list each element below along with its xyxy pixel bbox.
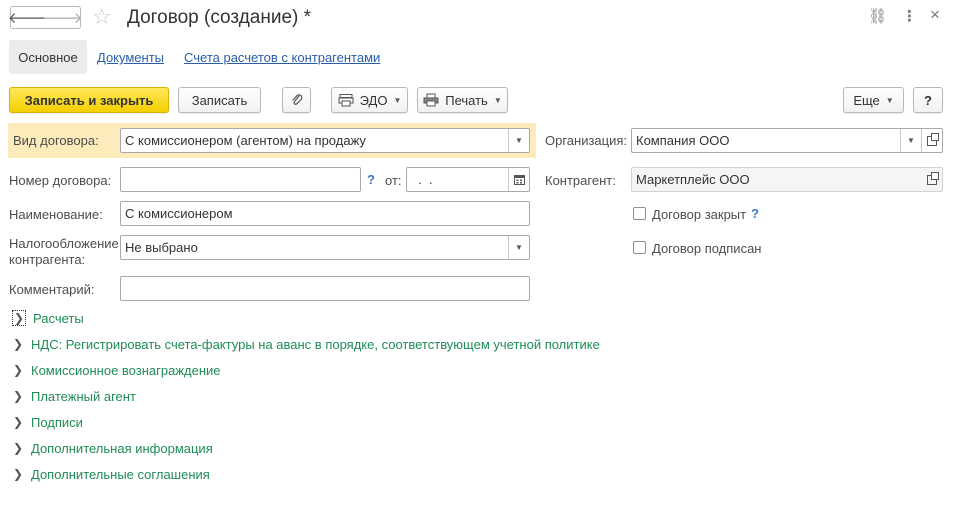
contract-closed-label[interactable]: Договор закрыт — [652, 207, 746, 222]
chevron-down-icon[interactable]: ▼ — [508, 236, 529, 259]
chevron-down-icon: ▼ — [393, 95, 402, 105]
printer-icon — [423, 93, 439, 107]
counterparty-value: Маркетплейс ООО — [636, 172, 750, 187]
organization-value: Компания ООО — [636, 133, 730, 148]
tab-main-label: Основное — [18, 49, 78, 65]
contract-number-input[interactable] — [120, 167, 361, 192]
section-vat[interactable]: ❯ НДС: Регистрировать счета-фактуры на а… — [12, 335, 600, 353]
contract-closed-help[interactable]: ? — [751, 206, 759, 221]
tab-main[interactable]: Основное — [9, 40, 87, 74]
contract-type-value: С комиссионером (агентом) на продажу — [125, 133, 366, 148]
chevron-down-icon: ▼ — [493, 95, 502, 105]
date-label: от: — [385, 173, 402, 188]
contract-number-help[interactable]: ? — [367, 172, 375, 187]
section-label: Дополнительные соглашения — [31, 466, 210, 482]
name-label: Наименование: — [9, 207, 103, 222]
section-additional-agreements[interactable]: ❯ Дополнительные соглашения — [12, 465, 210, 483]
open-organization-button[interactable] — [921, 129, 942, 152]
page-title: Договор (создание) * — [127, 7, 312, 28]
chevron-right-icon: ❯ — [12, 467, 24, 481]
comment-input[interactable] — [120, 276, 530, 301]
chevron-right-icon: ❯ — [12, 363, 24, 377]
name-input[interactable]: С комиссионером — [120, 201, 530, 226]
close-icon[interactable]: × — [930, 6, 940, 24]
contract-type-label: Вид договора: — [13, 133, 99, 148]
chevron-right-icon: ❯ — [12, 310, 26, 326]
help-button[interactable]: ? — [913, 87, 943, 113]
section-label: НДС: Регистрировать счета-фактуры на ава… — [31, 336, 600, 352]
section-payment-agent[interactable]: ❯ Платежный агент — [12, 387, 136, 405]
taxation-label-line1: Налогообложение — [9, 236, 119, 251]
calendar-button[interactable] — [508, 168, 529, 191]
contract-number-label: Номер договора: — [9, 173, 112, 188]
tab-documents[interactable]: Документы — [97, 50, 164, 65]
taxation-select[interactable]: Не выбрано ▼ — [120, 235, 530, 260]
date-input[interactable]: . . — [406, 167, 530, 192]
chevron-right-icon: ❯ — [12, 441, 24, 455]
chevron-down-icon: ▼ — [885, 95, 894, 105]
counterparty-field[interactable]: Маркетплейс ООО — [631, 167, 943, 192]
contract-type-select[interactable]: С комиссионером (агентом) на продажу ▼ — [120, 128, 530, 153]
help-label: ? — [924, 92, 932, 108]
section-commission[interactable]: ❯ Комиссионное вознаграждение — [12, 361, 221, 379]
more-button[interactable]: Еще ▼ — [843, 87, 904, 113]
save-label: Записать — [191, 92, 248, 108]
chevron-down-icon[interactable]: ▼ — [900, 129, 921, 152]
save-and-close-button[interactable]: Записать и закрыть — [9, 87, 169, 113]
open-icon — [927, 171, 939, 185]
name-value: С комиссионером — [125, 206, 233, 221]
paperclip-icon — [291, 94, 302, 105]
contract-signed-checkbox[interactable] — [633, 241, 646, 254]
section-label: Комиссионное вознаграждение — [31, 362, 221, 378]
section-label: Подписи — [31, 414, 83, 430]
section-label: Расчеты — [33, 310, 84, 326]
organization-label: Организация: — [545, 133, 628, 148]
chevron-right-icon: ❯ — [12, 389, 24, 403]
save-button[interactable]: Записать — [178, 87, 261, 113]
contract-closed-checkbox[interactable] — [633, 207, 646, 220]
star-icon[interactable]: ☆ — [92, 4, 112, 30]
section-settlements[interactable]: ❯ Расчеты — [12, 309, 84, 327]
chevron-down-icon[interactable]: ▼ — [508, 129, 529, 152]
arrow-right-icon: 🡒 — [42, 10, 83, 27]
taxation-label-line2: контрагента: — [9, 252, 86, 267]
section-signatures[interactable]: ❯ Подписи — [12, 413, 83, 431]
edo-button[interactable]: ЭДО ▼ — [331, 87, 408, 113]
section-label: Платежный агент — [31, 388, 136, 404]
section-additional-info[interactable]: ❯ Дополнительная информация — [12, 439, 213, 457]
organization-select[interactable]: Компания ООО ▼ — [631, 128, 943, 153]
link-icon[interactable]: ⛓ — [868, 8, 887, 26]
counterparty-label: Контрагент: — [545, 173, 616, 188]
forward-button[interactable]: 🡒 — [42, 6, 83, 29]
tab-counterparty-accounts[interactable]: Счета расчетов с контрагентами — [184, 50, 380, 65]
taxation-value: Не выбрано — [125, 240, 198, 255]
edo-icon — [338, 94, 354, 107]
date-value: . . — [411, 172, 433, 187]
open-icon — [927, 132, 939, 146]
section-label: Дополнительная информация — [31, 440, 213, 456]
print-button[interactable]: Печать ▼ — [417, 87, 508, 113]
edo-label: ЭДО — [359, 92, 388, 108]
chevron-right-icon: ❯ — [12, 415, 24, 429]
more-vertical-icon[interactable]: ⋮ — [902, 8, 917, 26]
contract-signed-label[interactable]: Договор подписан — [652, 241, 761, 256]
chevron-right-icon: ❯ — [12, 337, 24, 351]
back-button[interactable]: 🡐 — [8, 6, 48, 29]
print-label: Печать — [445, 92, 488, 108]
more-label: Еще — [853, 92, 880, 108]
comment-label: Комментарий: — [9, 282, 95, 297]
attach-button[interactable] — [282, 87, 311, 113]
calendar-icon — [513, 175, 525, 185]
save-and-close-label: Записать и закрыть — [24, 92, 154, 108]
open-counterparty-button[interactable] — [922, 168, 942, 191]
